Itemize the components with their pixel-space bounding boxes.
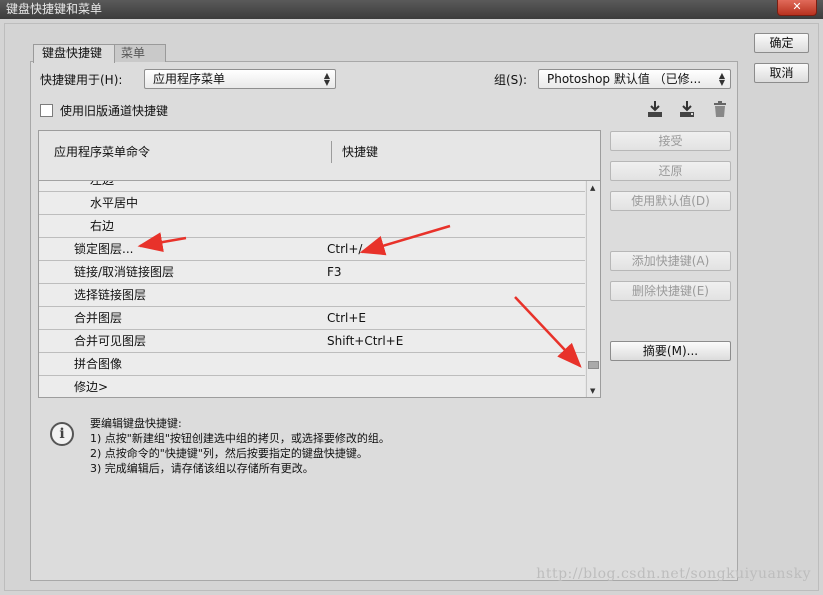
command-cell: 合并可见图层 xyxy=(74,334,147,348)
column-divider[interactable] xyxy=(331,141,332,163)
command-cell: 选择链接图层 xyxy=(74,288,147,302)
select-arrows-icon: ▲ ▼ xyxy=(718,71,725,87)
legacy-channel-shortcuts-label: 使用旧版通道快捷键 xyxy=(60,104,169,118)
save-set-as-icon[interactable] xyxy=(678,100,696,118)
info-line: 2) 点按命令的"快捷键"列，然后按要指定的键盘快捷键。 xyxy=(90,447,368,460)
info-line: 3) 完成编辑后，请存储该组以存储所有更改。 xyxy=(90,462,314,475)
window-title: 键盘快捷键和菜单 xyxy=(6,2,103,16)
shortcut-cell[interactable]: Shift+Ctrl+E xyxy=(327,330,403,352)
column-header-shortcut: 快捷键 xyxy=(342,145,379,159)
info-line: 1) 点按"新建组"按钮创建选中组的拷贝，或选择要修改的组。 xyxy=(90,432,390,445)
watermark: http://blog.csdn.net/songkuiyuansky xyxy=(536,566,811,582)
set-value: Photoshop 默认值 （已修... xyxy=(547,72,702,86)
table-row[interactable]: 合并图层 Ctrl+E xyxy=(39,307,585,330)
table-row[interactable]: 拼合图像 xyxy=(39,353,585,376)
table-row[interactable]: 选择链接图层 xyxy=(39,284,585,307)
table-row[interactable]: 锁定图层... Ctrl+/ xyxy=(39,238,585,261)
command-cell: 左边 xyxy=(90,181,114,191)
tab-keyboard-shortcuts[interactable]: 键盘快捷键 xyxy=(33,44,115,63)
table-row[interactable]: 合并可见图层 Shift+Ctrl+E xyxy=(39,330,585,353)
save-set-icon[interactable] xyxy=(646,100,664,118)
trash-icon[interactable] xyxy=(711,100,729,118)
keyboard-shortcuts-dialog: 确定 取消 键盘快捷键 菜单 快捷键用于(H): 应用程序菜单 ▲ ▼ 组(S):… xyxy=(0,19,823,595)
set-label: 组(S): xyxy=(494,73,528,87)
shortcut-cell[interactable]: F3 xyxy=(327,261,342,283)
shortcuts-for-select[interactable]: 应用程序菜单 ▲ ▼ xyxy=(144,69,336,89)
table-row[interactable]: 修边> xyxy=(39,376,585,397)
use-default-button[interactable]: 使用默认值(D) xyxy=(610,191,731,211)
command-cell: 锁定图层... xyxy=(74,242,134,256)
shortcut-cell[interactable]: Ctrl+/ xyxy=(327,238,362,260)
summarize-button[interactable]: 摘要(M)... xyxy=(610,341,731,361)
info-text: 要编辑键盘快捷键: 1) 点按"新建组"按钮创建选中组的拷贝，或选择要修改的组。… xyxy=(90,416,390,476)
info-icon: i xyxy=(50,422,74,446)
command-cell: 链接/取消链接图层 xyxy=(74,265,175,279)
command-cell: 拼合图像 xyxy=(74,357,123,371)
shortcuts-for-value: 应用程序菜单 xyxy=(153,72,226,86)
set-select[interactable]: Photoshop 默认值 （已修... ▲ ▼ xyxy=(538,69,731,89)
table-row[interactable]: 水平居中 xyxy=(39,192,585,215)
select-arrows-icon: ▲ ▼ xyxy=(323,71,330,87)
tab-menus[interactable]: 菜单 xyxy=(112,44,166,62)
command-cell: 水平居中 xyxy=(90,196,139,210)
table-scrollbar[interactable]: ▲ ▼ xyxy=(586,181,600,397)
legacy-channel-shortcuts-checkbox[interactable] xyxy=(40,104,53,117)
scroll-up-icon[interactable]: ▲ xyxy=(590,184,595,192)
column-header-command: 应用程序菜单命令 xyxy=(54,145,151,159)
shortcuts-for-label: 快捷键用于(H): xyxy=(40,73,123,87)
ok-button[interactable]: 确定 xyxy=(754,33,809,53)
delete-shortcut-button[interactable]: 删除快捷键(E) xyxy=(610,281,731,301)
table-row[interactable]: 链接/取消链接图层 F3 xyxy=(39,261,585,284)
accept-button[interactable]: 接受 xyxy=(610,131,731,151)
scroll-thumb[interactable] xyxy=(588,361,599,369)
table-row[interactable]: 左边 xyxy=(39,181,585,192)
info-line: 要编辑键盘快捷键: xyxy=(90,417,182,430)
scroll-down-icon[interactable]: ▼ xyxy=(590,387,595,395)
table-row[interactable]: 右边 xyxy=(39,215,585,238)
shortcuts-table: 应用程序菜单命令 快捷键 左边 水平居中 右边 锁定图层... Ctrl+/ xyxy=(38,130,601,398)
cancel-button[interactable]: 取消 xyxy=(754,63,809,83)
shortcut-cell[interactable]: Ctrl+E xyxy=(327,307,366,329)
close-icon[interactable]: ✕ xyxy=(777,0,817,16)
table-header: 应用程序菜单命令 快捷键 xyxy=(39,131,600,181)
table-body: 左边 水平居中 右边 锁定图层... Ctrl+/ 链接/取消链接图层 F3 选… xyxy=(39,181,585,397)
command-cell: 修边> xyxy=(74,380,109,394)
revert-button[interactable]: 还原 xyxy=(610,161,731,181)
command-cell: 右边 xyxy=(90,219,115,233)
window-titlebar: 键盘快捷键和菜单 ✕ xyxy=(0,0,823,19)
add-shortcut-button[interactable]: 添加快捷键(A) xyxy=(610,251,731,271)
command-cell: 合并图层 xyxy=(74,311,123,325)
